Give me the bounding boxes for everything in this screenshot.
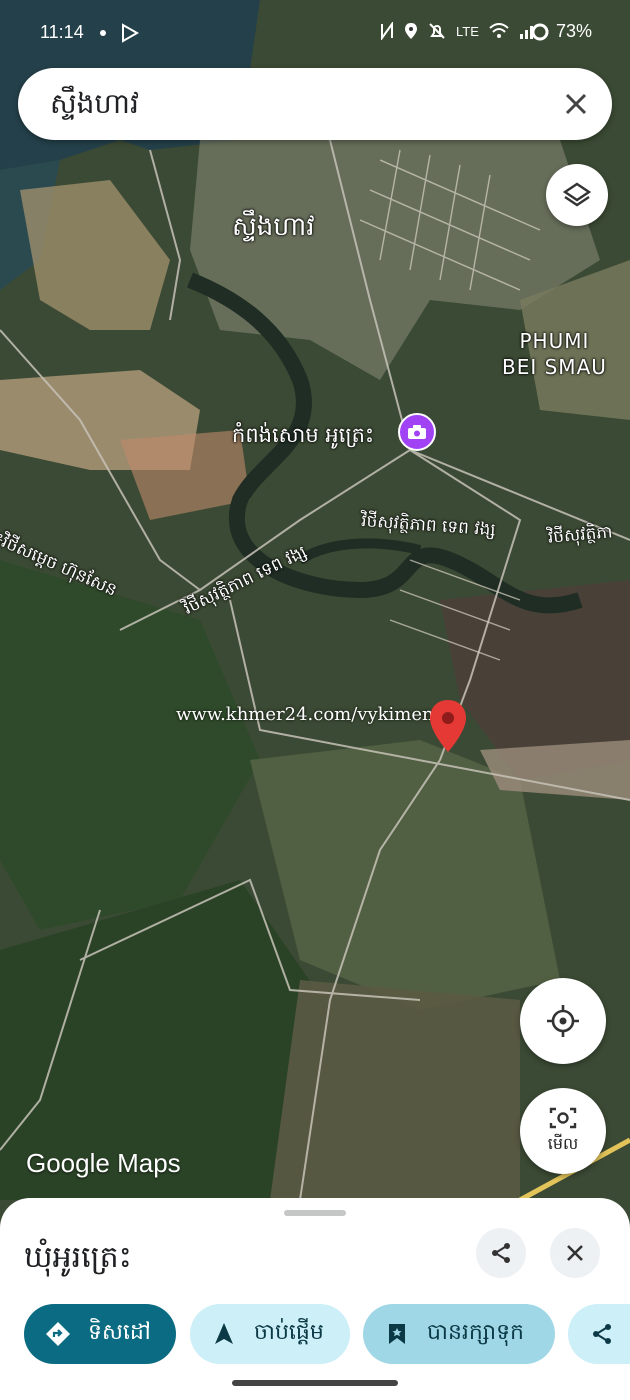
- wifi-icon: [489, 23, 509, 38]
- saved-label: បានរក្សាទុក: [427, 1320, 525, 1345]
- map-label-phumi: PHUMI BEI SMAU: [502, 328, 607, 380]
- directions-icon: [44, 1320, 72, 1348]
- drag-handle[interactable]: [284, 1210, 346, 1216]
- lens-button[interactable]: មើល: [520, 1088, 606, 1174]
- satellite-map[interactable]: [0, 0, 630, 1400]
- directions-button[interactable]: ទិសដៅ: [24, 1304, 176, 1364]
- volte-label: LTE: [456, 23, 479, 39]
- battery-ring-icon: [531, 23, 549, 40]
- share-button[interactable]: [476, 1228, 526, 1278]
- close-sheet-button[interactable]: [550, 1228, 600, 1278]
- search-bar[interactable]: ស្ទឹងហាវ: [18, 68, 612, 140]
- location-icon: [405, 23, 417, 39]
- battery-percent: 73%: [556, 21, 593, 41]
- navigation-arrow-icon: [210, 1320, 238, 1348]
- watermark-text: www.khmer24.com/vykimeng: [176, 704, 446, 725]
- share-chip-icon: [588, 1320, 616, 1348]
- location-pin-icon[interactable]: [428, 698, 468, 754]
- close-icon: [567, 1245, 583, 1261]
- nfc-icon: [381, 22, 393, 40]
- logo-google: Google: [26, 1148, 110, 1178]
- directions-label: ទិសដៅ: [88, 1320, 151, 1345]
- battery-indicator: 73%: [530, 21, 592, 42]
- bookmark-icon: [383, 1320, 411, 1348]
- photo-poi-marker[interactable]: [398, 413, 436, 451]
- search-query[interactable]: ស្ទឹងហាវ: [50, 86, 139, 127]
- map-label-poi[interactable]: កំពង់សោម អូត្រេះ: [232, 422, 374, 453]
- gesture-nav-bar[interactable]: [232, 1380, 398, 1386]
- lens-label: មើល: [547, 1134, 579, 1153]
- start-button[interactable]: ចាប់ផ្ដើម: [190, 1304, 350, 1364]
- map-label-phumi-line2: BEI SMAU: [502, 355, 607, 379]
- place-title: ឃុំអូរត្រេះ: [24, 1240, 132, 1275]
- notification-dot: [100, 30, 106, 36]
- logo-maps: Maps: [117, 1148, 181, 1178]
- place-bottom-sheet[interactable]: ឃុំអូរត្រេះ ទិសដៅ ចាប់ផ្ដើម បានរក្សាទុក …: [0, 1198, 630, 1400]
- status-icons: LTE: [380, 22, 537, 40]
- play-store-icon: [122, 23, 139, 43]
- google-maps-logo: Google Maps: [26, 1148, 181, 1179]
- status-time: 11:14: [40, 22, 84, 42]
- my-location-button[interactable]: [520, 978, 606, 1064]
- action-chips: ទិសដៅ ចាប់ផ្ដើម បានរក្សាទុក ច: [0, 1304, 630, 1364]
- crosshair-icon: [547, 1005, 579, 1037]
- layers-button[interactable]: [546, 164, 608, 226]
- map-label-phumi-line1: PHUMI: [519, 329, 590, 353]
- map-label-town: ស្ទឹងហាវ: [232, 212, 315, 242]
- camera-icon: [408, 425, 426, 439]
- layers-icon: [562, 182, 592, 207]
- start-label: ចាប់ផ្ដើម: [254, 1320, 324, 1345]
- saved-button[interactable]: បានរក្សាទុក: [363, 1304, 555, 1364]
- share-chip[interactable]: ច: [568, 1304, 630, 1364]
- clear-search-icon[interactable]: [558, 86, 594, 122]
- lens-camera-icon: [549, 1107, 577, 1129]
- status-bar: 11:14 LTE 73%: [0, 0, 630, 66]
- share-icon: [492, 1243, 510, 1263]
- mute-bell-icon: [429, 23, 445, 39]
